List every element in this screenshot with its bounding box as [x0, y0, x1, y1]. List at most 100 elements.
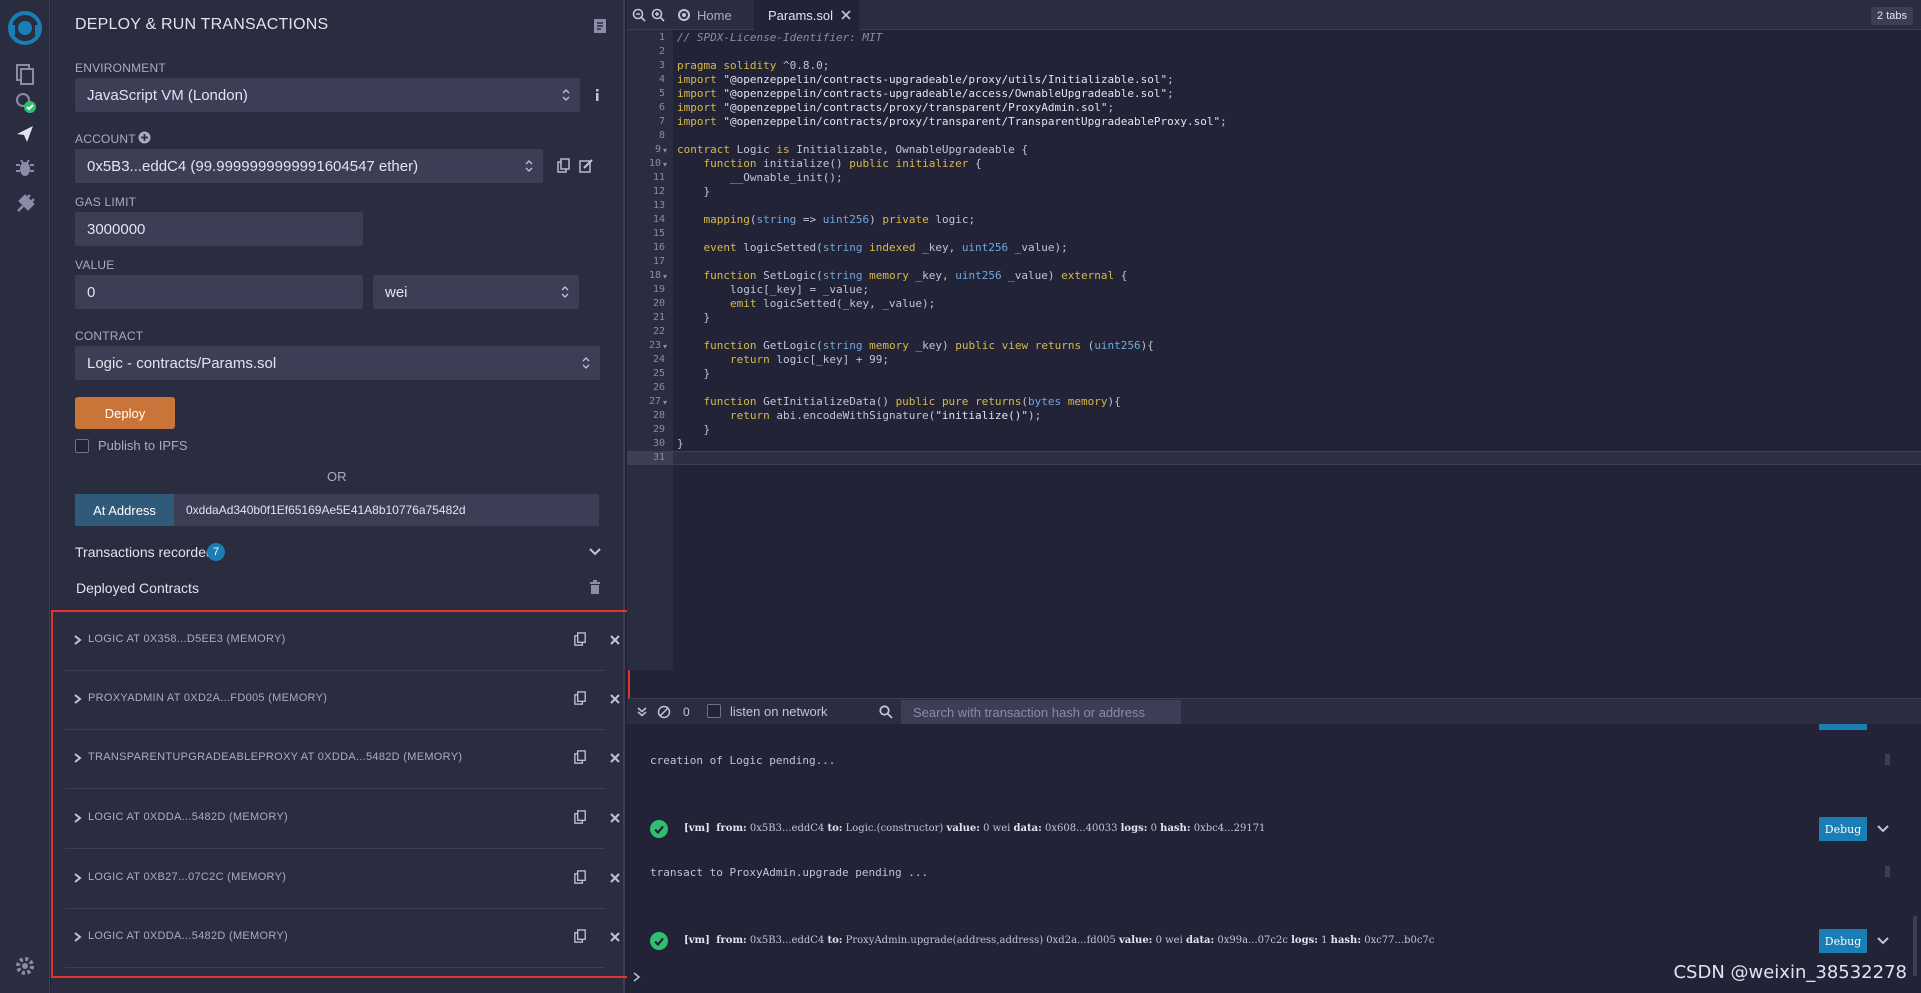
deployed-contract-name: LOGIC AT 0XB27...07C2C (MEMORY) — [88, 871, 287, 883]
publish-ipfs-checkbox[interactable] — [75, 439, 89, 453]
search-icon — [879, 705, 893, 719]
caret-right-icon[interactable] — [74, 635, 82, 645]
settings-gear-icon[interactable] — [9, 950, 41, 982]
line-number: 29 — [652, 424, 665, 435]
copy-address-icon[interactable] — [573, 929, 588, 944]
debug-button[interactable]: Debug — [1819, 817, 1867, 841]
fold-arrow-icon[interactable]: ▾ — [663, 160, 667, 169]
line-number: 18 — [648, 270, 661, 281]
at-address-input[interactable]: 0xddaAd340b0f1Ef65169Ae5E41A8b10776a7548… — [174, 494, 599, 526]
close-icon[interactable] — [609, 693, 621, 705]
fold-arrow-icon[interactable]: ▾ — [663, 342, 667, 351]
tx-log-line[interactable]: [vm] from: 0x5B3...eddC4 to: ProxyAdmin.… — [684, 935, 1434, 946]
documentation-icon[interactable] — [593, 18, 607, 34]
prompt-caret-icon[interactable] — [633, 972, 641, 982]
line-number: 7 — [658, 116, 665, 127]
listen-network-checkbox[interactable] — [707, 704, 721, 718]
watermark-text: CSDN @weixin_38532278 — [1673, 962, 1907, 983]
compiler-icon[interactable] — [9, 86, 41, 118]
add-account-icon[interactable] — [138, 131, 151, 144]
deployed-contract-item[interactable]: LOGIC AT 0X358...D5EE3 (MEMORY) — [65, 612, 620, 671]
close-icon[interactable] — [609, 872, 621, 884]
tx-log-line[interactable]: [vm] from: 0x5B3...eddC4 to: Logic.(cons… — [684, 823, 1265, 834]
terminal-scrollbar[interactable] — [1913, 916, 1917, 976]
scroll-marker — [1885, 866, 1890, 877]
code-line: import "@openzeppelin/contracts-upgradea… — [677, 87, 1174, 100]
code-line: } — [677, 367, 711, 380]
edit-icon[interactable] — [578, 158, 594, 174]
info-icon[interactable] — [589, 87, 605, 103]
editor-tab-bar: Home Params.sol 2 tabs — [627, 0, 1921, 30]
code-line: emit logicSetted(_key, _value); — [729, 297, 936, 310]
copy-address-icon[interactable] — [573, 632, 588, 647]
terminal-search-input[interactable]: Search with transaction hash or address — [901, 700, 1181, 724]
code-line: function GetLogic(string memory _key) pu… — [703, 339, 1154, 352]
copy-address-icon[interactable] — [573, 810, 588, 825]
caret-right-icon[interactable] — [74, 694, 82, 704]
tabs-count-dropdown[interactable]: 2 tabs — [1871, 7, 1913, 25]
close-icon[interactable] — [609, 752, 621, 764]
deploy-run-icon[interactable] — [9, 118, 41, 150]
code-editor[interactable]: // SPDX-License-Identifier: MIT pragma so… — [673, 30, 1921, 670]
caret-right-icon[interactable] — [74, 873, 82, 883]
deployed-contracts-list: LOGIC AT 0X358...D5EE3 (MEMORY) PROXYADM… — [51, 610, 630, 978]
fold-arrow-icon[interactable]: ▾ — [663, 398, 667, 407]
caret-right-icon[interactable] — [74, 932, 82, 942]
deployed-contract-item[interactable]: TRANSPARENTUPGRADEABLEPROXY AT 0XDDA...5… — [65, 730, 620, 789]
chevron-down-icon[interactable] — [1877, 937, 1889, 945]
close-icon[interactable] — [609, 634, 621, 646]
contract-select[interactable]: Logic - contracts/Params.sol — [75, 346, 600, 380]
code-line: function SetLogic(string memory _key, ui… — [703, 269, 1128, 282]
value-input[interactable]: 0 — [75, 275, 363, 309]
chevron-down-icon[interactable] — [1877, 825, 1889, 833]
at-address-button[interactable]: At Address — [75, 494, 174, 526]
line-number: 11 — [652, 172, 665, 183]
plugin-manager-icon[interactable] — [9, 188, 41, 220]
caret-right-icon[interactable] — [74, 813, 82, 823]
code-line: } — [677, 423, 711, 436]
remix-logo-icon[interactable] — [5, 8, 45, 48]
deployed-contracts-label: Deployed Contracts — [76, 580, 199, 596]
fold-arrow-icon[interactable]: ▾ — [663, 146, 667, 155]
line-number: 31 — [652, 452, 665, 463]
line-number: 24 — [652, 354, 665, 365]
zoom-out-icon[interactable] — [632, 8, 646, 22]
chevron-down-icon[interactable] — [589, 548, 601, 556]
contract-value: Logic - contracts/Params.sol — [87, 354, 277, 372]
deployed-contract-item[interactable]: LOGIC AT 0XB27...07C2C (MEMORY) — [65, 850, 620, 909]
deployed-contract-item[interactable]: LOGIC AT 0XDDA...5482D (MEMORY) — [65, 909, 620, 968]
zoom-in-icon[interactable] — [651, 8, 665, 22]
deploy-button[interactable]: Deploy — [75, 397, 175, 429]
environment-select[interactable]: JavaScript VM (London) — [75, 78, 580, 112]
gas-limit-input[interactable]: 3000000 — [75, 212, 363, 246]
line-number: 6 — [658, 102, 665, 113]
fold-arrow-icon[interactable]: ▾ — [663, 272, 667, 281]
debug-button-partial[interactable] — [1819, 724, 1867, 730]
close-icon[interactable] — [609, 812, 621, 824]
copy-address-icon[interactable] — [573, 691, 588, 706]
debug-button[interactable]: Debug — [1819, 929, 1867, 953]
value-label: VALUE — [75, 258, 115, 272]
copy-address-icon[interactable] — [573, 750, 588, 765]
copy-account-icon[interactable] — [556, 158, 572, 174]
value-unit-select[interactable]: wei — [373, 275, 579, 309]
copy-address-icon[interactable] — [573, 870, 588, 885]
code-line: import "@openzeppelin/contracts-upgradea… — [677, 73, 1174, 86]
tab-params-sol[interactable]: Params.sol — [754, 0, 860, 30]
contract-label: CONTRACT — [75, 329, 144, 343]
deployed-contract-item[interactable]: PROXYADMIN AT 0XD2A...FD005 (MEMORY) — [65, 671, 620, 730]
close-icon[interactable] — [609, 931, 621, 943]
line-number: 26 — [652, 382, 665, 393]
close-tab-icon[interactable] — [841, 10, 851, 20]
transactions-recorded-label[interactable]: Transactions recorded — [75, 544, 214, 560]
caret-right-icon[interactable] — [74, 753, 82, 763]
double-chevron-down-icon[interactable] — [637, 707, 647, 717]
success-check-icon — [650, 820, 668, 838]
debugger-icon[interactable] — [9, 152, 41, 184]
tab-home[interactable]: Home — [671, 0, 742, 30]
account-select[interactable]: 0x5B3...eddC4 (99.9999999999991604547 et… — [75, 149, 543, 183]
tab-file-label: Params.sol — [768, 7, 834, 23]
deployed-contract-item[interactable]: LOGIC AT 0XDDA...5482D (MEMORY) — [65, 790, 620, 849]
clear-console-icon[interactable] — [657, 705, 671, 719]
trash-icon[interactable] — [589, 580, 601, 594]
